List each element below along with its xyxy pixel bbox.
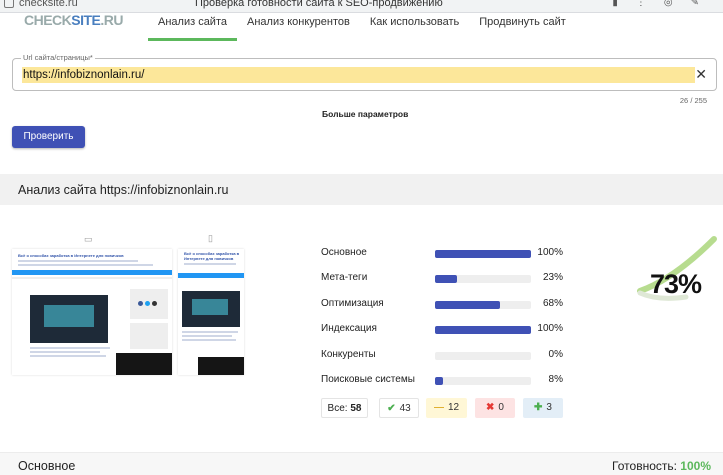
url-field-label: Url сайта/страницы* [21,53,95,62]
metric-name: Мета-теги [321,272,368,283]
metric-percent: 23% [542,272,563,283]
analysis-title: Анализ сайта https://infobiznonlain.ru [18,183,229,197]
nav-tab-how-to-use[interactable]: Как использовать [360,12,469,41]
analysis-header: Анализ сайта https://infobiznonlain.ru [0,174,723,205]
metric-bar [435,377,531,385]
section-footer: Основное Готовность: 100% [0,452,723,475]
metric-row: Индексация 100% [321,323,566,337]
mobile-site-title: Всё о способах заработка в Интернете для… [184,251,240,261]
warnings-chip[interactable]: —12 [426,398,467,418]
check-icon: ✔ [387,403,396,414]
nav-tab-promote-site[interactable]: Продвинуть сайт [469,12,576,41]
logo-text-site: SITE [71,12,101,28]
more-params-link[interactable]: Больше параметров [322,109,408,119]
metric-percent: 68% [542,298,563,309]
metric-bar [435,326,531,334]
metric-percent: 100% [537,323,563,334]
url-input[interactable]: https://infobiznonlain.ru/ [22,67,695,83]
metric-bar-fill [435,326,531,334]
metric-row: Основное 100% [321,247,566,261]
metric-row: Поисковые системы 8% [321,374,566,388]
metric-name: Индексация [321,323,377,334]
address-bar[interactable]: checksite.ru [4,0,78,9]
metric-row: Мета-теги 23% [321,272,566,286]
desktop-screenshot: Всё о способах заработка в Интернете для… [12,249,172,375]
passed-count: 43 [399,403,411,414]
checksite-logo[interactable]: CHECKSITE.RU [24,12,124,28]
total-value: 58 [350,403,362,414]
section-title: Основное [18,459,76,473]
site-info-icon[interactable] [4,0,14,9]
metric-percent: 100% [537,247,563,258]
logo-text-ru: .RU [100,12,124,28]
metric-bar-fill [435,250,531,258]
plus-chip[interactable]: ✚ 3 [523,398,563,418]
metric-name: Основное [321,247,367,258]
readiness-label: Готовность: [612,459,677,473]
metric-percent: 0% [548,349,563,360]
warnings-count: 12 [447,402,460,413]
logo-text-check: CHECK [24,12,72,28]
mobile-screenshot: Всё о способах заработка в Интернете для… [178,249,244,375]
metric-name: Конкуренты [321,349,376,360]
metric-bar-fill [435,275,458,283]
total-label: Все: [327,403,348,414]
metric-bar [435,301,531,309]
mobile-icon: ▯ [208,233,213,243]
readiness-value: 100% [680,459,711,473]
desktop-site-title: Всё о способах заработка в Интернете для… [18,253,124,258]
total-chip[interactable]: Все: 58 [321,398,368,418]
score-gauge: 73% [628,233,720,309]
nav-tab-competitor-analysis[interactable]: Анализ конкурентов [237,12,360,41]
clear-icon[interactable]: ✕ [695,66,707,82]
metric-name: Поисковые системы [321,374,415,385]
metric-row: Оптимизация 68% [321,298,566,312]
main-nav: Анализ сайта Анализ конкурентов Как испо… [148,12,576,41]
check-button[interactable]: Проверить [12,126,85,148]
metric-bar [435,352,531,360]
nav-tab-site-analysis[interactable]: Анализ сайта [148,12,237,41]
metric-name: Оптимизация [321,298,384,309]
errors-chip[interactable]: ✖ 0 [475,398,515,418]
score-value: 73% [650,269,702,299]
url-field[interactable]: Url сайта/страницы* https://infobiznonla… [12,53,717,91]
metric-row: Конкуренты 0% [321,349,566,363]
minus-icon: — [433,402,444,413]
readiness: Готовность: 100% [612,459,711,473]
metric-bar [435,250,531,258]
metric-bar-fill [435,377,443,385]
cross-icon: ✖ [486,402,495,413]
passed-chip[interactable]: ✔ 43 [379,398,419,418]
plus-icon: ✚ [534,402,543,413]
errors-count: 0 [498,402,504,413]
desktop-icon: ▭ [84,234,93,244]
metric-percent: 8% [548,374,563,385]
address-text: checksite.ru [19,0,78,9]
browser-toolbar-icons[interactable]: ▮⋮◎✎ [612,0,717,8]
metric-bar [435,275,531,283]
metric-bar-fill [435,301,501,309]
url-char-counter: 26 / 255 [679,96,707,105]
plus-count: 3 [546,402,552,413]
browser-page-title: Проверка готовности сайта к SEO-продвиже… [195,0,443,9]
